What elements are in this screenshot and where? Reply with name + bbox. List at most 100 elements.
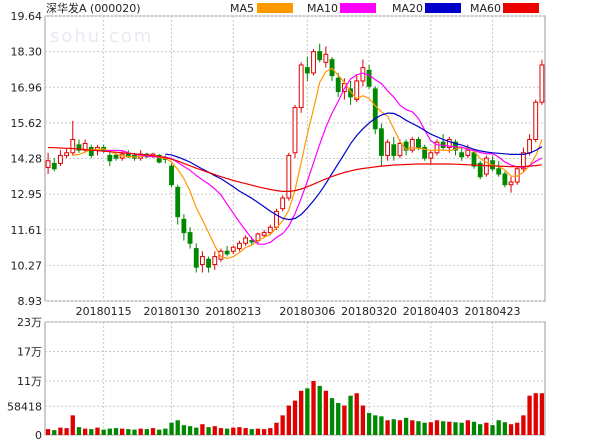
volume-bar <box>348 395 353 435</box>
volume-bar <box>521 415 526 435</box>
price-tick-label: 10.27 <box>11 259 43 272</box>
legend-swatch <box>503 3 539 13</box>
volume-bar <box>478 424 483 435</box>
candle-body <box>360 67 366 82</box>
volume-tick-label: 11万 <box>17 375 42 388</box>
candle-body <box>304 67 310 74</box>
date-tick-label: 20180320 <box>341 305 397 318</box>
volume-bar <box>181 425 187 435</box>
grid <box>45 15 545 436</box>
volume-bar <box>440 421 446 435</box>
candle-body <box>199 256 205 266</box>
candle-body <box>366 69 372 87</box>
volume-bar <box>373 415 378 435</box>
price-tick-label: 15.62 <box>11 117 43 130</box>
volume-bar <box>268 428 273 435</box>
volume-bar <box>249 429 254 435</box>
volume-bar <box>459 422 464 435</box>
volume-bar <box>76 427 82 435</box>
candle-body <box>249 240 255 243</box>
volume-tick-label: 17万 <box>17 345 42 358</box>
date-tick-label: 20180403 <box>403 305 459 318</box>
candle-body <box>496 168 502 175</box>
candle-body <box>311 51 316 74</box>
candle-body <box>372 88 378 130</box>
legend-label: MA10 <box>307 2 338 15</box>
candle-body <box>230 246 236 252</box>
volume-bar <box>175 420 180 435</box>
volume-bar <box>274 422 279 435</box>
volume-bar <box>280 415 285 435</box>
volume-bar <box>484 422 489 435</box>
volume-bar <box>144 429 150 435</box>
candle-body <box>187 232 193 244</box>
volume-bar <box>447 421 452 435</box>
volume-bar <box>366 412 372 435</box>
volume-bar <box>311 380 316 435</box>
volume-bar <box>157 429 162 435</box>
volume-bar <box>261 429 267 435</box>
volume-bar <box>286 405 291 435</box>
price-tick-label: 19.64 <box>11 10 43 23</box>
volume-bar <box>212 426 217 435</box>
price-tick-label: 12.95 <box>11 188 43 201</box>
volume-bar <box>126 429 131 435</box>
volume-bar <box>132 429 137 435</box>
candle-body <box>280 197 286 210</box>
candle-body <box>502 173 508 186</box>
date-tick-label: 20180423 <box>465 305 521 318</box>
volume-bar <box>95 427 100 435</box>
volume-bar <box>113 428 119 435</box>
candle-body <box>459 152 465 158</box>
volume-bar <box>237 427 242 435</box>
date-tick-label: 20180115 <box>76 305 132 318</box>
volume-bar <box>515 422 520 435</box>
volume-bar <box>403 417 409 435</box>
date-tick-label: 20180306 <box>279 305 335 318</box>
volume-bar <box>299 390 304 435</box>
candle-body <box>206 258 211 268</box>
volume-bar <box>163 428 168 435</box>
volume-bar <box>138 428 143 435</box>
volume-bar <box>434 420 440 435</box>
volume-bar <box>200 424 205 435</box>
candle-body <box>329 59 335 77</box>
legend-label: MA20 <box>392 2 423 15</box>
candle-body <box>416 138 421 148</box>
volume-bar <box>231 427 236 435</box>
volume-bar <box>385 420 390 435</box>
volume-bar <box>255 428 261 435</box>
candle-body <box>391 144 397 156</box>
volume-bar <box>533 393 538 435</box>
legend-swatch <box>257 3 293 13</box>
volume-bar <box>416 421 421 435</box>
candle-body <box>45 160 51 168</box>
volume-bar <box>305 388 310 435</box>
price-tick-label: 16.96 <box>11 81 43 94</box>
date-tick-label: 20180213 <box>205 305 261 318</box>
candle-body <box>465 149 471 156</box>
volume-bar <box>45 429 51 435</box>
candle-body <box>193 248 199 268</box>
candle-body <box>261 232 267 236</box>
volume-bars <box>45 380 545 435</box>
candle-body <box>58 154 63 164</box>
chart-title: 深华发A (000020) <box>46 1 141 15</box>
legend-label: MA5 <box>230 2 254 15</box>
candle-body <box>212 256 218 266</box>
volume-bar <box>243 428 248 435</box>
volume-bar <box>323 390 329 435</box>
candle-body <box>224 250 230 255</box>
volume-bar <box>218 428 224 435</box>
volume-tick-label: 0 <box>35 429 42 440</box>
legend-swatch <box>340 3 376 13</box>
candle-body <box>113 154 119 159</box>
candle-body <box>471 152 477 167</box>
candle-body <box>267 226 273 234</box>
candle-body <box>539 64 545 103</box>
volume-bar <box>58 427 63 435</box>
price-tick-label: 18.30 <box>11 46 43 59</box>
price-tick-label: 8.93 <box>18 295 43 308</box>
volume-bar <box>391 419 396 435</box>
volume-bar <box>70 415 75 435</box>
